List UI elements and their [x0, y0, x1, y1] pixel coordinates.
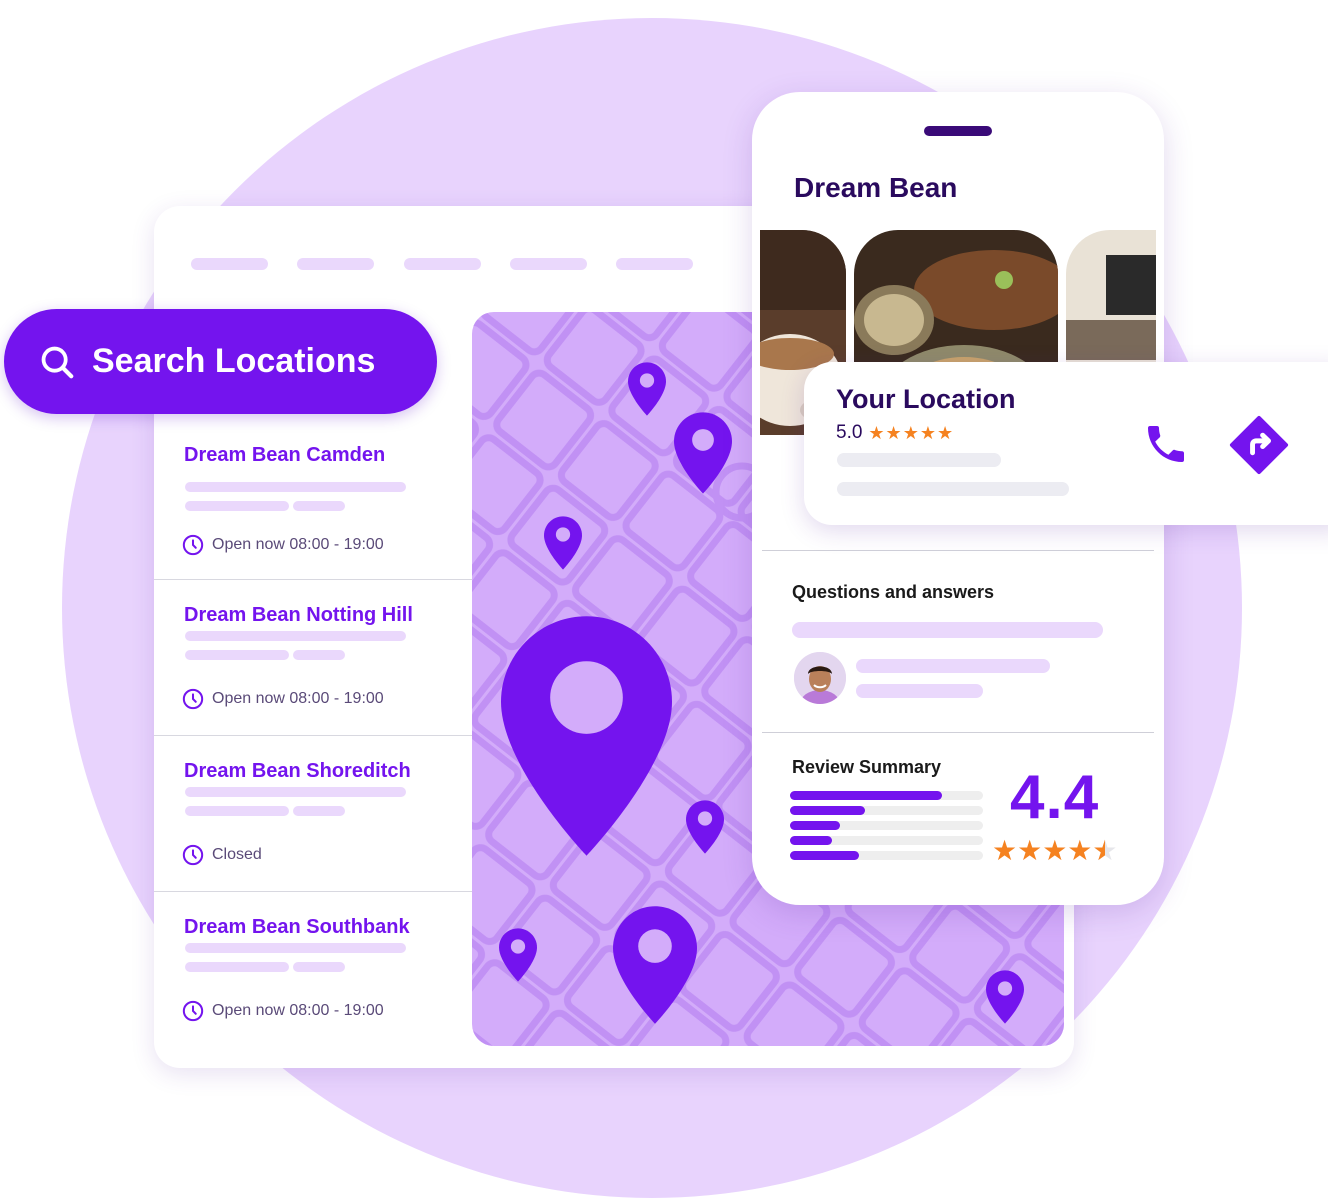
half-star-icon: ★★ — [1092, 835, 1118, 866]
clock-icon — [182, 688, 204, 710]
map-pin-icon[interactable] — [628, 362, 666, 416]
rating-bar-fill — [790, 821, 840, 830]
nav-placeholder[interactable] — [297, 258, 374, 270]
rating-bar-fill — [790, 806, 865, 815]
hours-status: Open now 08:00 - 19:00 — [182, 688, 384, 710]
text-placeholder — [185, 806, 289, 816]
location-item[interactable]: Dream Bean Southbank Open now 08:00 - 19… — [154, 891, 472, 1047]
map-pin-icon[interactable] — [613, 906, 697, 1024]
map-pin-icon[interactable] — [499, 928, 537, 982]
text-placeholder — [837, 453, 1001, 467]
drag-handle[interactable] — [924, 126, 992, 136]
clock-icon — [182, 534, 204, 556]
text-placeholder — [185, 650, 289, 660]
text-placeholder — [856, 659, 1050, 673]
nav-placeholder[interactable] — [404, 258, 481, 270]
text-placeholder — [185, 631, 406, 641]
location-item[interactable]: Dream Bean Shoreditch Closed — [154, 735, 472, 891]
rating-bar-fill — [790, 791, 942, 800]
avatar[interactable] — [794, 652, 846, 704]
rating-bar-track — [790, 821, 983, 830]
text-placeholder — [185, 482, 406, 492]
text-placeholder — [856, 684, 983, 698]
nav-placeholder[interactable] — [616, 258, 693, 270]
nav-placeholder[interactable] — [191, 258, 268, 270]
text-placeholder — [293, 806, 345, 816]
text-placeholder — [185, 501, 289, 511]
phone-icon[interactable] — [1142, 420, 1190, 468]
search-label: Search Locations — [92, 342, 376, 380]
rating-bar-track — [790, 836, 983, 845]
location-name[interactable]: Dream Bean Shoreditch — [184, 760, 411, 783]
status-text: Open now 08:00 - 19:00 — [212, 536, 384, 553]
status-text: Closed — [212, 846, 262, 863]
rating-bar-fill — [790, 851, 859, 860]
rating-bar-track — [790, 791, 983, 800]
location-list: Dream Bean Camden Open now 08:00 - 19:00… — [154, 422, 472, 1047]
your-location-rating: 5.0 ★★★★★ — [836, 422, 954, 444]
star-icons: ★★★★★ — [868, 422, 955, 443]
rating-bar-track — [790, 806, 983, 815]
map-pin-icon[interactable] — [544, 516, 582, 570]
clock-icon — [182, 844, 204, 866]
nav-placeholder[interactable] — [510, 258, 587, 270]
location-name[interactable]: Dream Bean Camden — [184, 444, 385, 467]
status-text: Open now 08:00 - 19:00 — [212, 690, 384, 707]
section-divider — [762, 550, 1154, 551]
section-divider — [762, 732, 1154, 733]
text-placeholder — [792, 622, 1103, 638]
hours-status: Open now 08:00 - 19:00 — [182, 1000, 384, 1022]
your-location-card[interactable]: Your Location 5.0 ★★★★★ — [804, 362, 1328, 525]
search-icon — [41, 346, 74, 378]
text-placeholder — [185, 962, 289, 972]
text-placeholder — [293, 962, 345, 972]
rating-value: 5.0 — [836, 422, 863, 443]
text-placeholder — [293, 501, 345, 511]
hours-status: Open now 08:00 - 19:00 — [182, 534, 384, 556]
hours-status: Closed — [182, 844, 262, 866]
clock-icon — [182, 1000, 204, 1022]
map-pin-icon[interactable] — [986, 970, 1024, 1024]
star-icons: ★★★★ — [992, 835, 1093, 866]
text-placeholder — [293, 650, 345, 660]
qa-heading: Questions and answers — [792, 582, 995, 602]
text-placeholder — [185, 943, 406, 953]
rating-bar-track — [790, 851, 983, 860]
location-item[interactable]: Dream Bean Camden Open now 08:00 - 19:00 — [154, 422, 472, 579]
text-placeholder — [185, 787, 406, 797]
rating-bar-fill — [790, 836, 832, 845]
map-pin-icon[interactable] — [686, 800, 724, 854]
location-item[interactable]: Dream Bean Notting Hill Open now 08:00 -… — [154, 579, 472, 735]
review-summary-heading: Review Summary — [792, 757, 942, 777]
directions-icon[interactable] — [1228, 414, 1290, 476]
location-name[interactable]: Dream Bean Notting Hill — [184, 604, 413, 627]
business-title: Dream Bean — [794, 172, 958, 203]
selected-map-pin-icon[interactable] — [501, 614, 672, 858]
average-rating: 4.4 — [1010, 763, 1100, 832]
location-name[interactable]: Dream Bean Southbank — [184, 916, 410, 939]
status-text: Open now 08:00 - 19:00 — [212, 1002, 384, 1019]
rating-stars: ★★★★★★ — [992, 834, 1118, 867]
map-pin-icon[interactable] — [674, 412, 732, 494]
your-location-title: Your Location — [836, 384, 1016, 414]
search-locations-button[interactable]: Search Locations — [4, 309, 437, 414]
text-placeholder — [837, 482, 1069, 496]
